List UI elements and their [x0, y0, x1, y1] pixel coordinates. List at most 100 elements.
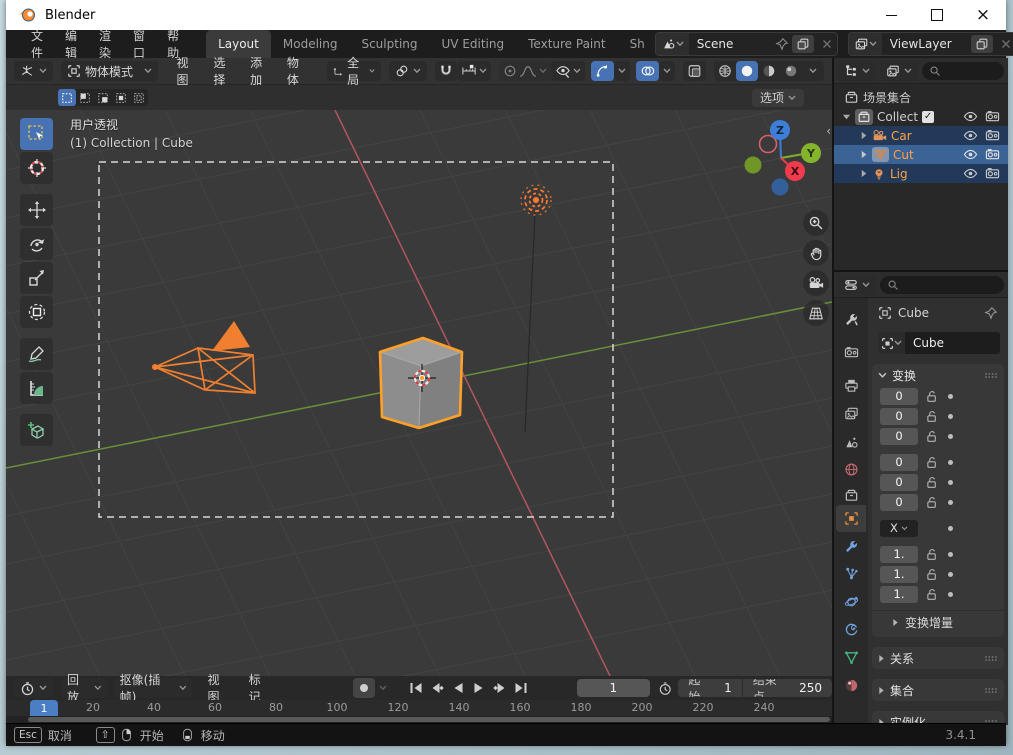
pin-icon[interactable]	[775, 37, 789, 51]
gizmos-dropdown[interactable]	[614, 61, 630, 81]
outliner-filter-dropdown[interactable]	[880, 60, 918, 81]
animate-dot[interactable]	[948, 479, 953, 485]
timeline-editor-dropdown[interactable]	[14, 678, 53, 698]
end-frame-field[interactable]: 结束点 250	[741, 679, 832, 697]
select-mode-intersect[interactable]	[130, 89, 148, 106]
tool-annotate[interactable]	[20, 338, 53, 370]
viewlayer-copy-button[interactable]	[970, 35, 993, 53]
viewlayer-remove-icon[interactable]	[1001, 39, 1011, 49]
tab-texture-paint[interactable]: Texture Paint	[516, 30, 617, 58]
lock-icon[interactable]	[926, 588, 939, 601]
shading-wireframe-button[interactable]	[714, 61, 736, 81]
relations-panel-header[interactable]: 关系	[872, 647, 1004, 669]
tab-object[interactable]	[836, 505, 866, 532]
menu-select[interactable]: 选择	[204, 54, 241, 88]
select-mode-extend[interactable]	[76, 89, 94, 106]
perspective-toggle-button[interactable]	[803, 300, 829, 326]
animate-dot[interactable]	[948, 459, 953, 465]
scene-icon-dropdown[interactable]	[655, 33, 689, 55]
location-y-field[interactable]: 0	[880, 407, 918, 425]
location-z-field[interactable]: 0	[880, 427, 918, 445]
minimize-button[interactable]	[868, 0, 914, 30]
animate-dot[interactable]	[948, 591, 953, 597]
lock-icon[interactable]	[926, 456, 939, 469]
tool-measure[interactable]	[20, 372, 53, 404]
animate-dot[interactable]	[948, 433, 953, 439]
tool-transform[interactable]	[20, 296, 53, 328]
jump-to-start-button[interactable]	[407, 680, 426, 697]
proportional-editing-toggle[interactable]	[499, 61, 551, 81]
properties-search-input[interactable]	[880, 275, 1004, 294]
scale-y-field[interactable]: 1.	[880, 565, 918, 583]
close-button[interactable]: ×	[960, 0, 1006, 30]
expand-arrow-icon[interactable]	[860, 169, 868, 178]
menu-edit[interactable]: 编辑	[54, 27, 88, 61]
outliner-search-input[interactable]	[922, 61, 1004, 80]
transform-panel-header[interactable]: 变换	[872, 364, 1004, 386]
hide-eye-icon[interactable]	[963, 128, 978, 143]
menu-file[interactable]: 文件	[20, 27, 54, 61]
rotation-y-field[interactable]: 0	[880, 473, 918, 491]
lock-icon[interactable]	[926, 476, 939, 489]
lock-icon[interactable]	[926, 390, 939, 403]
tool-cursor[interactable]	[20, 152, 53, 184]
object-id-dropdown[interactable]	[878, 332, 905, 354]
collections-panel-header[interactable]: 集合	[872, 679, 1004, 701]
auto-key-record-button[interactable]	[352, 678, 375, 698]
tab-tool[interactable]	[836, 306, 866, 333]
editor-type-dropdown[interactable]	[14, 61, 53, 81]
menu-object[interactable]: 物体	[278, 54, 315, 88]
timeline-scrollbar[interactable]	[6, 716, 832, 723]
disable-render-icon[interactable]	[985, 109, 1000, 124]
jump-to-end-button[interactable]	[512, 680, 531, 697]
zoom-button[interactable]	[803, 210, 829, 236]
play-reverse-button[interactable]	[449, 680, 468, 697]
tab-shading-truncated[interactable]: Sh	[618, 30, 645, 58]
tab-modifiers[interactable]	[836, 533, 866, 560]
hide-eye-icon[interactable]	[963, 109, 978, 124]
viewlayer-name[interactable]: ViewLayer	[882, 37, 968, 51]
expand-arrow-icon[interactable]	[860, 150, 868, 159]
drag-grip-icon[interactable]	[984, 655, 998, 662]
sidebar-collapse-arrow[interactable]: ‹	[826, 124, 831, 138]
lock-icon[interactable]	[926, 496, 939, 509]
gizmos-toggle[interactable]	[591, 61, 614, 81]
overlays-toggle[interactable]	[636, 61, 659, 81]
tab-view-layer[interactable]	[836, 400, 866, 427]
tab-uv-editing[interactable]: UV Editing	[430, 30, 517, 58]
viewport-3d[interactable]: Z Y X 用户透视 (1) Collection | Cube ‹	[6, 110, 832, 676]
disable-render-icon[interactable]	[985, 147, 1000, 162]
xray-toggle[interactable]	[683, 61, 706, 81]
current-frame-field[interactable]: 1	[576, 679, 650, 697]
tab-material[interactable]	[836, 672, 866, 699]
snap-target-dropdown[interactable]	[457, 61, 491, 81]
maximize-button[interactable]	[914, 0, 960, 30]
collection-checkbox[interactable]: ✓	[922, 110, 935, 123]
tab-particles[interactable]	[836, 560, 866, 587]
disable-render-icon[interactable]	[985, 166, 1000, 181]
animate-dot[interactable]	[948, 551, 953, 557]
tab-output[interactable]	[836, 372, 866, 399]
menu-render[interactable]: 渲染	[88, 27, 122, 61]
prev-keyframe-button[interactable]	[428, 680, 447, 697]
lock-icon[interactable]	[926, 410, 939, 423]
tool-select-box[interactable]	[20, 118, 53, 150]
object-name-field[interactable]: Cube	[905, 332, 1000, 354]
orientation-dropdown[interactable]: 全局	[326, 56, 381, 87]
select-mode-set[interactable]	[58, 89, 76, 106]
lock-icon[interactable]	[926, 430, 939, 443]
scene-copy-button[interactable]	[791, 35, 814, 53]
shading-rendered-button[interactable]	[780, 61, 802, 81]
playback-menu[interactable]: 回放	[61, 673, 108, 704]
delta-transform-panel-header[interactable]: 变换增量	[872, 610, 1004, 633]
tab-object-data[interactable]	[836, 644, 866, 671]
snap-toggle[interactable]	[435, 61, 457, 81]
mode-dropdown[interactable]: 物体模式	[61, 61, 158, 81]
select-mode-subtract[interactable]	[94, 89, 112, 106]
tab-render[interactable]	[836, 339, 866, 366]
outliner-row-camera[interactable]: Car	[834, 126, 1008, 145]
current-frame-marker[interactable]: 1	[30, 700, 58, 716]
drag-grip-icon[interactable]	[984, 687, 998, 694]
animate-dot[interactable]	[948, 499, 953, 505]
properties-editor-dropdown[interactable]	[838, 274, 876, 295]
